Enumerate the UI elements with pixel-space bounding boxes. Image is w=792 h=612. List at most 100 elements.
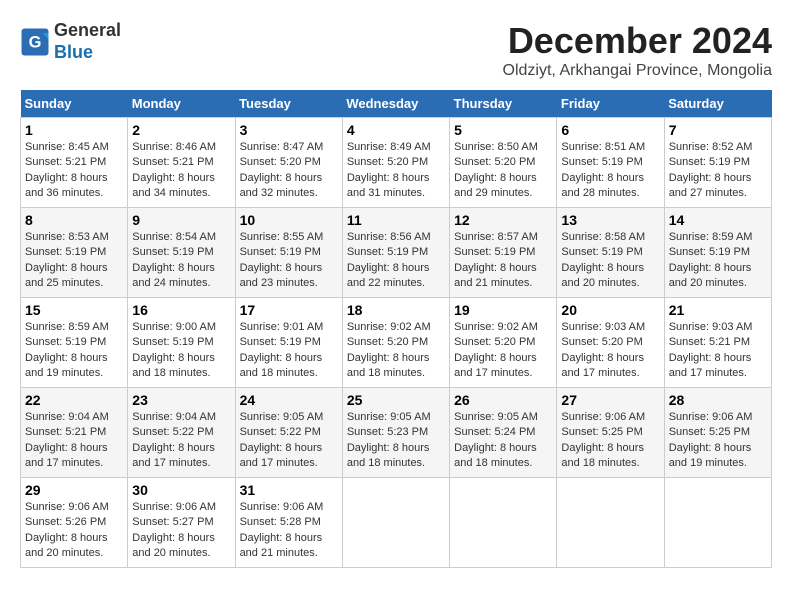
calendar-cell: 4 Sunrise: 8:49 AM Sunset: 5:20 PM Daylig… [342,118,449,208]
calendar-cell: 30 Sunrise: 9:06 AM Sunset: 5:27 PM Dayli… [128,478,235,568]
day-info: Sunrise: 9:05 AM Sunset: 5:24 PM Dayligh… [454,410,552,472]
calendar-cell [342,478,449,568]
page-header: G General Blue December 2024 Oldziyt, Ar… [20,20,772,80]
day-number: 26 [454,392,552,408]
calendar-cell: 12 Sunrise: 8:57 AM Sunset: 5:19 PM Dayli… [450,208,557,298]
day-number: 8 [25,212,123,228]
day-number: 28 [669,392,767,408]
calendar-cell: 5 Sunrise: 8:50 AM Sunset: 5:20 PM Daylig… [450,118,557,208]
calendar-cell: 14 Sunrise: 8:59 AM Sunset: 5:19 PM Dayli… [664,208,771,298]
day-number: 9 [132,212,230,228]
week-row-1: 1 Sunrise: 8:45 AM Sunset: 5:21 PM Daylig… [21,118,772,208]
calendar-cell: 24Sunrise: 9:05 AM Sunset: 5:22 PM Dayli… [235,388,342,478]
calendar-cell [557,478,664,568]
day-info: Sunrise: 9:04 AM Sunset: 5:22 PM Dayligh… [132,410,230,472]
calendar-cell: 31 Sunrise: 9:06 AM Sunset: 5:28 PM Dayli… [235,478,342,568]
day-number: 23 [132,392,230,408]
day-number: 11 [347,212,445,228]
title-block: December 2024 Oldziyt, Arkhangai Provinc… [503,20,772,80]
calendar-cell: 19 Sunrise: 9:02 AM Sunset: 5:20 PM Dayli… [450,298,557,388]
day-info: Sunrise: 9:06 AM Sunset: 5:28 PM Dayligh… [240,500,338,562]
logo-general-text: General [54,20,121,40]
day-info: Sunrise: 8:49 AM Sunset: 5:20 PM Dayligh… [347,140,445,202]
calendar-cell: 23 Sunrise: 9:04 AM Sunset: 5:22 PM Dayli… [128,388,235,478]
day-number: 30 [132,482,230,498]
day-number: 22 [25,392,123,408]
day-number: 16 [132,302,230,318]
day-number: 15 [25,302,123,318]
day-info: Sunrise: 8:55 AM Sunset: 5:19 PM Dayligh… [240,230,338,292]
month-title: December 2024 [503,20,772,62]
calendar-cell: 25Sunrise: 9:05 AM Sunset: 5:23 PM Dayli… [342,388,449,478]
svg-text:G: G [29,33,42,51]
day-info: Sunrise: 9:01 AM Sunset: 5:19 PM Dayligh… [240,320,338,382]
column-header-sunday: Sunday [21,90,128,118]
day-number: 1 [25,122,123,138]
calendar-cell: 11Sunrise: 8:56 AM Sunset: 5:19 PM Dayli… [342,208,449,298]
column-header-friday: Friday [557,90,664,118]
column-header-tuesday: Tuesday [235,90,342,118]
day-number: 19 [454,302,552,318]
day-info: Sunrise: 8:59 AM Sunset: 5:19 PM Dayligh… [669,230,767,292]
calendar-cell: 28Sunrise: 9:06 AM Sunset: 5:25 PM Dayli… [664,388,771,478]
day-info: Sunrise: 8:57 AM Sunset: 5:19 PM Dayligh… [454,230,552,292]
day-number: 2 [132,122,230,138]
day-number: 17 [240,302,338,318]
calendar-cell [664,478,771,568]
day-number: 24 [240,392,338,408]
day-info: Sunrise: 9:05 AM Sunset: 5:23 PM Dayligh… [347,410,445,472]
day-info: Sunrise: 8:50 AM Sunset: 5:20 PM Dayligh… [454,140,552,202]
logo-icon: G [20,27,50,57]
calendar-cell: 18Sunrise: 9:02 AM Sunset: 5:20 PM Dayli… [342,298,449,388]
week-row-4: 22 Sunrise: 9:04 AM Sunset: 5:21 PM Dayli… [21,388,772,478]
calendar-cell [450,478,557,568]
day-info: Sunrise: 9:06 AM Sunset: 5:26 PM Dayligh… [25,500,123,562]
calendar-table: SundayMondayTuesdayWednesdayThursdayFrid… [20,90,772,568]
day-info: Sunrise: 8:54 AM Sunset: 5:19 PM Dayligh… [132,230,230,292]
day-number: 12 [454,212,552,228]
day-number: 3 [240,122,338,138]
day-info: Sunrise: 8:45 AM Sunset: 5:21 PM Dayligh… [25,140,123,202]
calendar-cell: 29Sunrise: 9:06 AM Sunset: 5:26 PM Dayli… [21,478,128,568]
calendar-cell: 20Sunrise: 9:03 AM Sunset: 5:20 PM Dayli… [557,298,664,388]
day-number: 31 [240,482,338,498]
logo-blue-text: Blue [54,42,93,62]
calendar-cell: 1 Sunrise: 8:45 AM Sunset: 5:21 PM Daylig… [21,118,128,208]
day-info: Sunrise: 9:00 AM Sunset: 5:19 PM Dayligh… [132,320,230,382]
calendar-cell: 26 Sunrise: 9:05 AM Sunset: 5:24 PM Dayli… [450,388,557,478]
calendar-cell: 9 Sunrise: 8:54 AM Sunset: 5:19 PM Daylig… [128,208,235,298]
day-number: 4 [347,122,445,138]
day-info: Sunrise: 9:02 AM Sunset: 5:20 PM Dayligh… [347,320,445,382]
day-number: 5 [454,122,552,138]
logo: G General Blue [20,20,121,63]
calendar-cell: 16 Sunrise: 9:00 AM Sunset: 5:19 PM Dayli… [128,298,235,388]
day-number: 6 [561,122,659,138]
day-info: Sunrise: 8:51 AM Sunset: 5:19 PM Dayligh… [561,140,659,202]
day-number: 13 [561,212,659,228]
day-info: Sunrise: 9:06 AM Sunset: 5:27 PM Dayligh… [132,500,230,562]
column-header-thursday: Thursday [450,90,557,118]
day-info: Sunrise: 8:46 AM Sunset: 5:21 PM Dayligh… [132,140,230,202]
day-info: Sunrise: 8:53 AM Sunset: 5:19 PM Dayligh… [25,230,123,292]
day-number: 14 [669,212,767,228]
calendar-cell: 3 Sunrise: 8:47 AM Sunset: 5:20 PM Daylig… [235,118,342,208]
day-info: Sunrise: 8:59 AM Sunset: 5:19 PM Dayligh… [25,320,123,382]
calendar-header-row: SundayMondayTuesdayWednesdayThursdayFrid… [21,90,772,118]
column-header-wednesday: Wednesday [342,90,449,118]
day-info: Sunrise: 9:06 AM Sunset: 5:25 PM Dayligh… [561,410,659,472]
day-number: 20 [561,302,659,318]
calendar-cell: 6 Sunrise: 8:51 AM Sunset: 5:19 PM Daylig… [557,118,664,208]
calendar-cell: 2 Sunrise: 8:46 AM Sunset: 5:21 PM Daylig… [128,118,235,208]
column-header-monday: Monday [128,90,235,118]
day-info: Sunrise: 9:02 AM Sunset: 5:20 PM Dayligh… [454,320,552,382]
location-text: Oldziyt, Arkhangai Province, Mongolia [503,62,772,80]
calendar-cell: 8 Sunrise: 8:53 AM Sunset: 5:19 PM Daylig… [21,208,128,298]
day-info: Sunrise: 8:52 AM Sunset: 5:19 PM Dayligh… [669,140,767,202]
day-number: 7 [669,122,767,138]
day-info: Sunrise: 8:58 AM Sunset: 5:19 PM Dayligh… [561,230,659,292]
calendar-cell: 10Sunrise: 8:55 AM Sunset: 5:19 PM Dayli… [235,208,342,298]
day-info: Sunrise: 9:04 AM Sunset: 5:21 PM Dayligh… [25,410,123,472]
day-info: Sunrise: 8:47 AM Sunset: 5:20 PM Dayligh… [240,140,338,202]
day-info: Sunrise: 9:03 AM Sunset: 5:21 PM Dayligh… [669,320,767,382]
calendar-cell: 13 Sunrise: 8:58 AM Sunset: 5:19 PM Dayli… [557,208,664,298]
